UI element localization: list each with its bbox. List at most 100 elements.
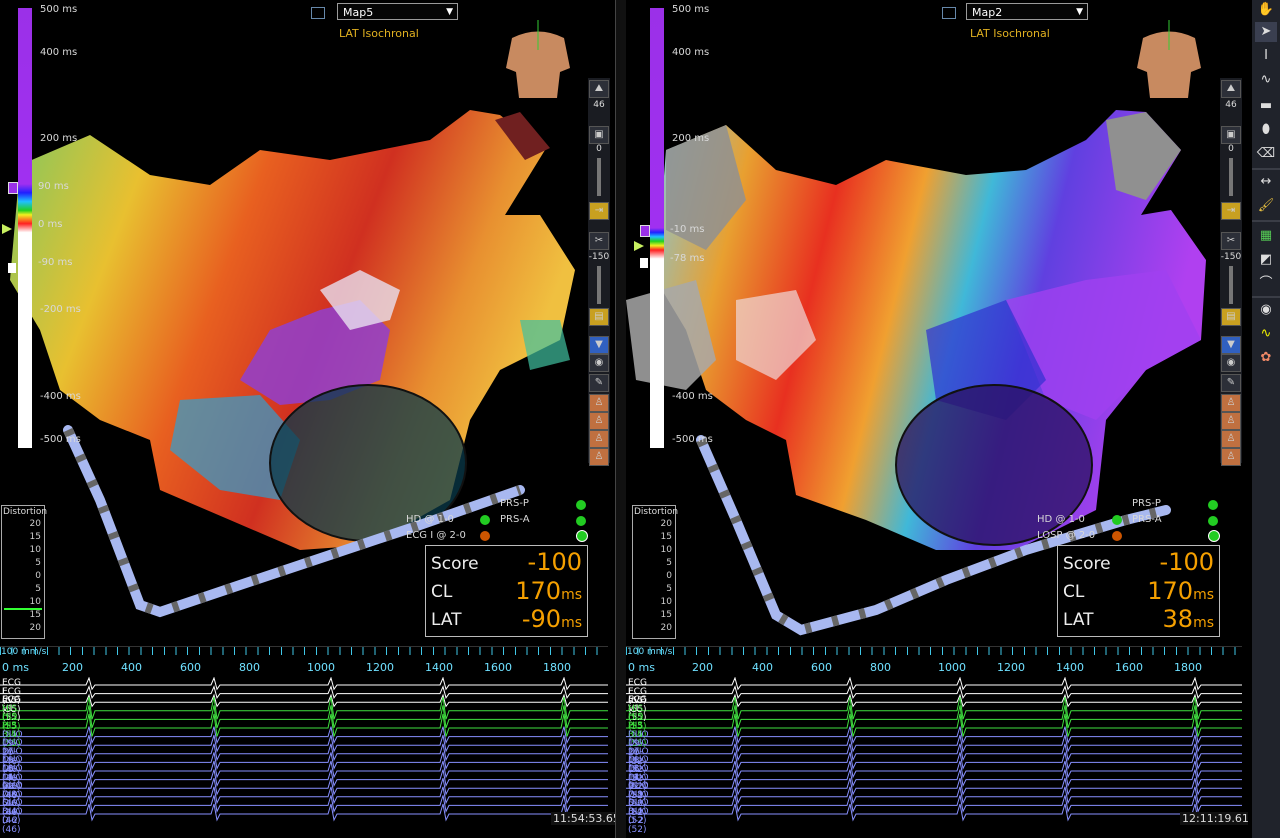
signal-icon[interactable] (576, 530, 588, 542)
channel-label[interactable]: DUO D-2 (52) (628, 808, 649, 835)
torso-back-icon[interactable]: ♙ (589, 412, 609, 430)
eye-icon[interactable]: ◉ (589, 354, 609, 372)
ruler-icon[interactable]: ▬ (1255, 96, 1277, 116)
pen-icon[interactable]: ✎ (589, 374, 609, 392)
import-icon[interactable]: ⇥ (1221, 202, 1241, 220)
torso-right-icon[interactable]: ♙ (1221, 448, 1241, 466)
catheter-icon[interactable]: ⌒ (1255, 274, 1277, 294)
channel-trace (0, 693, 608, 708)
scale-marker-top[interactable]: 90 ms (38, 181, 69, 192)
map-panel-right[interactable]: 500 ms 400 ms 200 ms -10 ms -78 ms -400 … (626, 0, 1248, 838)
channel-trace (0, 685, 608, 699)
mountain-icon[interactable]: ⛰ (589, 80, 609, 98)
ecg-area[interactable]: 100 mm/s 0 ms 200 400 600 800 1000 1200 … (0, 646, 615, 838)
shade-icon[interactable]: ◩ (1255, 250, 1277, 270)
view-icon[interactable] (942, 7, 956, 19)
time-ruler (0, 647, 608, 655)
torso-orientation-icon[interactable] (1133, 20, 1205, 102)
marker-handle-icon[interactable] (640, 225, 650, 237)
pointer-icon[interactable]: ➤ (1255, 22, 1277, 42)
dropdown-icon[interactable]: ▼ (1221, 336, 1241, 354)
distortion-title: Distortion (634, 507, 679, 517)
scale-tick: 200 ms (40, 133, 78, 144)
scissors-icon[interactable]: ✂ (589, 232, 609, 250)
torso-back-icon[interactable]: ♙ (1221, 412, 1241, 430)
opacity-slider[interactable] (1229, 158, 1233, 196)
channel-trace (626, 786, 1242, 805)
ruler-tick: 1000 (938, 661, 966, 674)
status-dot-icon (1208, 500, 1218, 510)
clip-slider[interactable] (1229, 266, 1233, 304)
opacity-icon[interactable]: ▣ (1221, 126, 1241, 144)
lat-value: -90ms (521, 605, 582, 633)
ruler-tick: 200 (62, 661, 83, 674)
lock-icon[interactable]: ▤ (589, 308, 609, 326)
scissors-icon[interactable]: ✂ (1221, 232, 1241, 250)
scale-tick: -400 ms (672, 391, 713, 402)
eraser-icon[interactable]: ⌫ (1255, 144, 1277, 164)
hand-icon[interactable]: ✋ (1255, 0, 1277, 20)
opacity-icon[interactable]: ▣ (589, 126, 609, 144)
torso-right-icon[interactable]: ♙ (589, 448, 609, 466)
marker-handle-icon[interactable] (8, 263, 16, 273)
channel-label[interactable]: DUO D-2 (46) (2, 808, 23, 835)
brush-icon[interactable]: 🖌 (1255, 196, 1277, 216)
pen-icon[interactable]: ✎ (1221, 374, 1241, 392)
marker-handle-icon[interactable] (8, 182, 18, 194)
dropdown-icon[interactable]: ▼ (589, 336, 609, 354)
channel-trace (0, 677, 608, 691)
status-dot-icon (576, 516, 586, 526)
marker-arrow-icon[interactable] (2, 224, 12, 234)
eye-icon[interactable]: ◉ (1255, 300, 1277, 320)
ecg-traces (626, 677, 1242, 822)
clip-slider[interactable] (597, 266, 601, 304)
channel-trace (626, 752, 1242, 770)
eye-icon[interactable]: ◉ (1221, 354, 1241, 372)
score-panel: Score -100 CL 170ms LAT 38ms (1057, 545, 1220, 637)
torso-left-icon[interactable]: ♙ (1221, 430, 1241, 448)
score-value: -100 (1159, 548, 1214, 576)
opacity-slider[interactable] (597, 158, 601, 196)
map-select-dropdown[interactable]: Map5 ▼ (337, 3, 458, 20)
ruler-tick: 1000 (307, 661, 335, 674)
ellipse-icon[interactable]: ⬮ (1255, 120, 1277, 140)
palette-icon[interactable]: ✿ (1255, 348, 1277, 368)
scale-marker-mid: 0 ms (38, 219, 63, 230)
status-dot-icon (480, 531, 490, 541)
lat-label: LAT (431, 610, 462, 630)
marker-handle-icon[interactable] (640, 258, 648, 268)
scale-tick: 500 ms (672, 4, 710, 15)
grid-icon[interactable]: ▦ (1255, 226, 1277, 246)
torso-front-icon[interactable]: ♙ (589, 394, 609, 412)
map-type-label: LAT Isochronal (970, 27, 1050, 40)
score-value: -100 (527, 548, 582, 576)
map-panel-left[interactable]: 500 ms 400 ms 200 ms 90 ms 0 ms -90 ms -… (0, 0, 615, 838)
wave-icon[interactable]: ∿ (1255, 324, 1277, 344)
scale-tick: 400 ms (40, 47, 78, 58)
mountain-icon[interactable]: ⛰ (1221, 80, 1241, 98)
cursor-text-icon[interactable]: I (1255, 46, 1277, 66)
scale-marker-bottom[interactable]: -90 ms (38, 257, 72, 268)
color-scale-bar (18, 8, 32, 448)
curve-icon[interactable]: ∿ (1255, 70, 1277, 90)
marker-arrow-icon[interactable] (634, 241, 644, 251)
tool-count: 46 (1225, 100, 1237, 110)
lock-icon[interactable]: ▤ (1221, 308, 1241, 326)
torso-left-icon[interactable]: ♙ (589, 430, 609, 448)
torso-orientation-icon[interactable] (502, 20, 574, 102)
catheter-label: PRS-A (500, 514, 530, 525)
timestamp: 11:54:53.65 (551, 812, 615, 825)
ecg-area[interactable]: 100 mm/s 0 ms 200 400 600 800 1000 1200 … (626, 646, 1248, 838)
caliper-icon[interactable]: ↔ (1255, 172, 1277, 192)
distortion-tick: 10 (29, 597, 41, 607)
torso-front-icon[interactable]: ♙ (1221, 394, 1241, 412)
scale-marker-bottom[interactable]: -78 ms (670, 253, 704, 264)
ruler-tick: 1800 (1174, 661, 1202, 674)
map-select-dropdown[interactable]: Map2 ▼ (966, 3, 1088, 20)
channel-trace (626, 743, 1242, 762)
channel-trace (626, 685, 1242, 699)
view-icon[interactable] (311, 7, 325, 19)
signal-icon[interactable] (1208, 530, 1220, 542)
scale-marker-top[interactable]: -10 ms (670, 224, 704, 235)
import-icon[interactable]: ⇥ (589, 202, 609, 220)
